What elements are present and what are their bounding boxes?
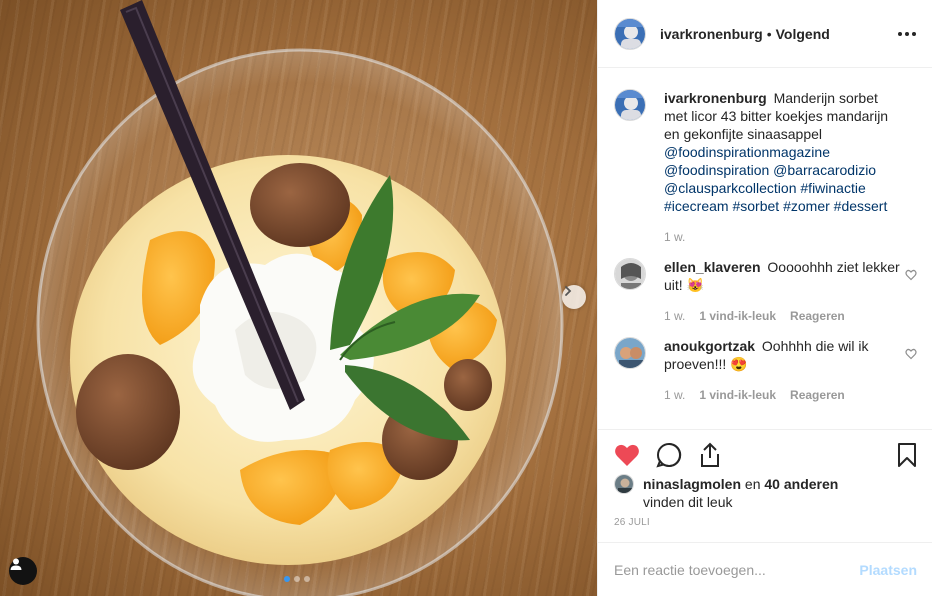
caption-tag[interactable]: @clausparkcollection	[664, 180, 797, 196]
avatar-image	[615, 475, 633, 493]
caption-tag[interactable]: @foodinspiration	[664, 162, 769, 178]
caption-tag[interactable]: #dessert	[834, 198, 888, 214]
avatar-image	[615, 338, 645, 368]
avatar[interactable]	[614, 89, 646, 121]
comment-like-button[interactable]	[905, 268, 917, 323]
post-comment-button[interactable]: Plaatsen	[859, 562, 917, 578]
next-slide-button[interactable]	[562, 285, 586, 309]
post-actions: ninaslagmolen en 40 anderen vinden dit l…	[598, 429, 932, 528]
comment-timestamp[interactable]: 1 w.	[664, 388, 685, 402]
carousel-indicator	[284, 576, 310, 582]
likes-user[interactable]: ninaslagmolen	[643, 476, 741, 492]
post-header: ivarkronenburg • Volgend	[598, 0, 932, 68]
comment-row: ellen_klaveren Ooooohhh ziet lekker uit!…	[614, 258, 917, 323]
caption-tag[interactable]: #fiwinactie	[800, 180, 865, 196]
user-tag-button[interactable]	[9, 557, 37, 585]
comment-username[interactable]: ellen_klaveren	[664, 259, 761, 275]
comment-icon	[656, 442, 682, 468]
caption-tag[interactable]: #icecream	[664, 198, 729, 214]
carousel-dot-1	[284, 576, 290, 582]
caption-timestamp[interactable]: 1 w.	[664, 230, 685, 244]
add-comment-bar: Plaatsen	[598, 542, 932, 596]
caption-body: ivarkronenburg Manderijn sorbet met lico…	[664, 89, 900, 215]
comment-button[interactable]	[656, 442, 682, 468]
user-tag-icon	[10, 558, 22, 570]
comment-like-button[interactable]	[905, 347, 917, 402]
likes-summary: ninaslagmolen en 40 anderen vinden dit l…	[614, 474, 917, 511]
carousel-dot-3	[304, 576, 310, 582]
caption-tag[interactable]: @barracarodizio	[773, 162, 876, 178]
header-username[interactable]: ivarkronenburg	[660, 26, 763, 42]
heart-outline-icon	[905, 269, 917, 281]
heart-outline-icon	[905, 348, 917, 360]
comments-section: ivarkronenburg Manderijn sorbet met lico…	[598, 69, 932, 429]
comment-meta: 1 w. 1 vind-ik-leuk Reageren	[664, 388, 900, 402]
comment-body: anoukgortzak Oohhhh die wil ik proeven!!…	[664, 337, 900, 373]
caption: ivarkronenburg Manderijn sorbet met lico…	[614, 89, 917, 244]
follow-status-button[interactable]: Volgend	[776, 26, 830, 42]
header-separator: •	[766, 25, 772, 42]
avatar[interactable]	[614, 258, 646, 290]
comment-body: ellen_klaveren Ooooohhh ziet lekker uit!…	[664, 258, 900, 294]
likes-others[interactable]: 40 anderen	[764, 476, 838, 492]
avatar[interactable]	[614, 474, 634, 494]
comment-likes-count[interactable]: 1 vind-ik-leuk	[699, 388, 776, 402]
caption-meta: 1 w.	[664, 230, 900, 244]
comment-username[interactable]: anoukgortzak	[664, 338, 755, 354]
carousel-dot-2	[294, 576, 300, 582]
caption-tag[interactable]: @foodinspirationmagazine	[664, 144, 830, 160]
reply-button[interactable]: Reageren	[790, 388, 845, 402]
avatar-image	[615, 90, 645, 120]
avatar-image	[615, 18, 645, 49]
chevron-right-icon	[565, 286, 572, 296]
avatar-image	[615, 259, 645, 289]
save-button[interactable]	[897, 443, 917, 467]
post-date[interactable]: 26 JULI	[614, 517, 917, 528]
likes-suffix: vinden dit leuk	[643, 494, 733, 510]
comment-timestamp[interactable]: 1 w.	[664, 309, 685, 323]
bookmark-icon	[898, 443, 916, 467]
likes-text: ninaslagmolen en 40 anderen vinden dit l…	[643, 475, 838, 511]
comment-input[interactable]	[614, 561, 860, 578]
share-icon	[701, 442, 719, 467]
action-bar	[614, 440, 917, 470]
post-side-panel: ivarkronenburg • Volgend ivarkronenburg …	[597, 0, 932, 596]
like-button[interactable]	[614, 443, 640, 467]
reply-button[interactable]: Reageren	[790, 309, 845, 323]
share-button[interactable]	[698, 442, 722, 468]
comment-emoji: 😍	[730, 356, 748, 372]
avatar[interactable]	[614, 17, 646, 50]
dessert-illustration	[36, 0, 564, 596]
more-options-icon[interactable]	[898, 31, 916, 36]
avatar[interactable]	[614, 337, 646, 369]
comment-meta: 1 w. 1 vind-ik-leuk Reageren	[664, 309, 900, 323]
caption-tag[interactable]: #sorbet	[732, 198, 779, 214]
comment-row: anoukgortzak Oohhhh die wil ik proeven!!…	[614, 337, 917, 402]
caption-tag[interactable]: #zomer	[783, 198, 830, 214]
heart-filled-icon	[615, 444, 639, 466]
post-photo[interactable]	[0, 0, 597, 596]
comment-emoji: 😻	[686, 277, 705, 293]
likes-connector: en	[744, 476, 761, 492]
caption-username[interactable]: ivarkronenburg	[664, 90, 767, 106]
comment-likes-count[interactable]: 1 vind-ik-leuk	[699, 309, 776, 323]
